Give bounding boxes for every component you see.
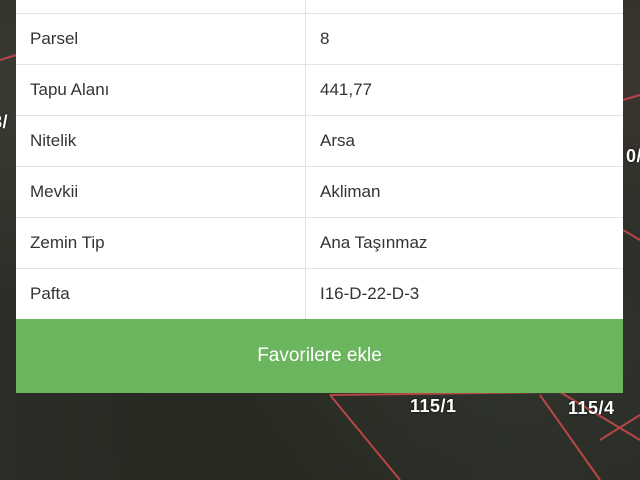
row-label xyxy=(16,0,306,14)
table-row: Pafta I16-D-22-D-3 xyxy=(16,268,623,319)
row-value: 8 xyxy=(305,13,623,65)
row-value xyxy=(306,0,624,14)
table-row: Parsel 8 xyxy=(16,13,623,65)
row-label: Tapu Alanı xyxy=(16,64,306,116)
parcel-info-dialog: Parsel 8 Tapu Alanı 441,77 Nitelik Arsa … xyxy=(16,0,623,393)
row-value: Akliman xyxy=(305,166,623,218)
row-value: Arsa xyxy=(305,115,623,167)
table-row: Mevkii Akliman xyxy=(16,166,623,218)
row-label: Mevkii xyxy=(16,166,306,218)
table-row: Zemin Tip Ana Taşınmaz xyxy=(16,217,623,269)
row-value: 441,77 xyxy=(305,64,623,116)
table-row: Nitelik Arsa xyxy=(16,115,623,167)
row-label: Pafta xyxy=(16,268,306,319)
table-row xyxy=(16,0,623,14)
row-label: Nitelik xyxy=(16,115,306,167)
add-to-favorites-button[interactable]: Favorilere ekle xyxy=(16,319,623,393)
parcel-info-table: Parsel 8 Tapu Alanı 441,77 Nitelik Arsa … xyxy=(16,0,623,319)
parcel-label: 0/ xyxy=(626,146,640,166)
row-label: Zemin Tip xyxy=(16,217,306,269)
row-label: Parsel xyxy=(16,13,306,65)
parcel-label: 115/1 xyxy=(410,396,457,416)
table-row: Tapu Alanı 441,77 xyxy=(16,64,623,116)
parcel-label: 115/4 xyxy=(568,398,615,418)
row-value: I16-D-22-D-3 xyxy=(305,268,623,319)
parcel-label: 8/ xyxy=(0,112,9,132)
row-value: Ana Taşınmaz xyxy=(305,217,623,269)
